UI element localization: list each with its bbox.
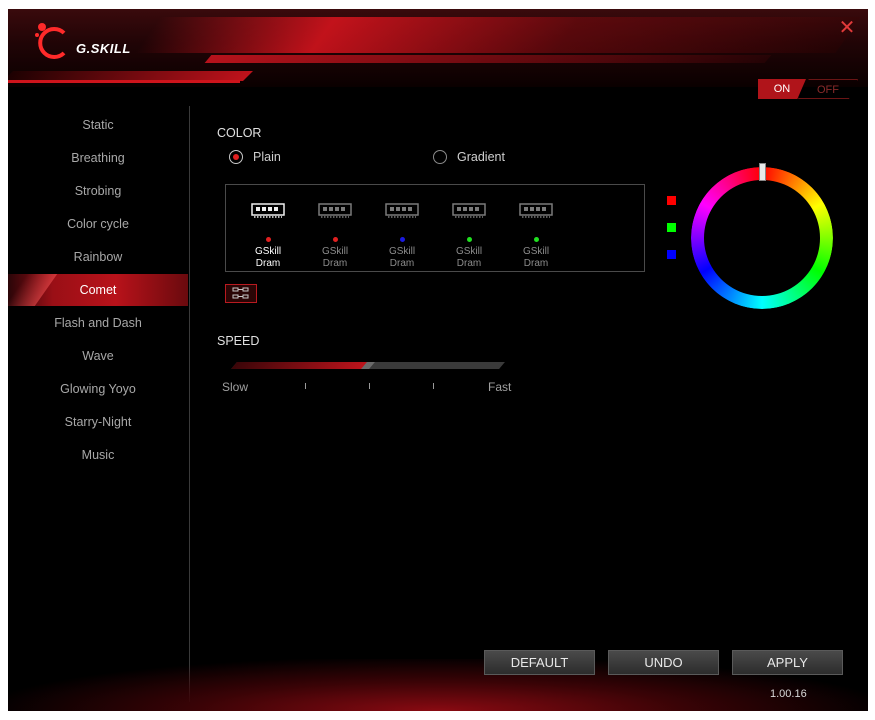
sidebar-item-label: Starry-Night bbox=[64, 415, 132, 429]
device-name-line2: Dram bbox=[389, 258, 415, 269]
radio-gradient-circle[interactable] bbox=[433, 150, 447, 164]
device-color-dot bbox=[466, 237, 472, 242]
sidebar-item-label: Wave bbox=[82, 349, 114, 363]
sync-devices-button[interactable] bbox=[225, 284, 257, 303]
device-name-line2: Dram bbox=[456, 258, 482, 269]
radio-plain-circle[interactable] bbox=[229, 150, 243, 164]
device-name-line1: GSkill bbox=[455, 246, 483, 257]
dram-device[interactable]: GSkill Dram bbox=[374, 199, 430, 269]
header-streak bbox=[135, 17, 861, 53]
sidebar-item-rainbow[interactable]: Rainbow bbox=[8, 241, 188, 273]
apply-button[interactable]: APPLY bbox=[732, 650, 843, 675]
device-color-dot bbox=[399, 237, 405, 242]
device-panel: GSkill Dram GSkill Dram GSkill Dram GSkill Dram… bbox=[225, 184, 645, 272]
sidebar-item-label: Color cycle bbox=[67, 217, 129, 231]
speed-slider-fill bbox=[231, 362, 371, 369]
sidebar-item-label: Static bbox=[82, 118, 114, 132]
dram-device[interactable]: GSkill Dram bbox=[240, 199, 296, 269]
undo-button[interactable]: UNDO bbox=[608, 650, 719, 675]
radio-plain[interactable]: Plain bbox=[229, 148, 281, 166]
ram-module-icon bbox=[452, 203, 486, 218]
sidebar-item-label: Glowing Yoyo bbox=[60, 382, 136, 396]
ram-module-icon bbox=[519, 203, 553, 218]
swatch-blue[interactable] bbox=[667, 250, 676, 259]
color-wheel-handle[interactable] bbox=[759, 163, 766, 181]
sidebar-item-strobing[interactable]: Strobing bbox=[8, 175, 188, 207]
radio-plain-label: Plain bbox=[253, 150, 281, 164]
device-name-line1: GSkill bbox=[254, 246, 282, 257]
radio-gradient[interactable]: Gradient bbox=[433, 148, 505, 166]
speed-tick bbox=[433, 383, 434, 389]
sidebar-item-label: Comet bbox=[79, 283, 117, 297]
header-banner: G.SKILL ✕ bbox=[8, 9, 868, 87]
sidebar-item-label: Music bbox=[81, 448, 115, 462]
logo-text: G.SKILL bbox=[76, 41, 131, 56]
dram-device[interactable]: GSkill Dram bbox=[441, 199, 497, 269]
speed-tick bbox=[305, 383, 306, 389]
ram-module-icon bbox=[318, 203, 352, 218]
ram-module-icon bbox=[385, 203, 419, 218]
sidebar-item-label: Strobing bbox=[74, 184, 122, 198]
dram-device[interactable]: GSkill Dram bbox=[508, 199, 564, 269]
sidebar-item-color-cycle[interactable]: Color cycle bbox=[8, 208, 188, 240]
gskill-logo: G.SKILL bbox=[28, 21, 138, 65]
device-name-line1: GSkill bbox=[321, 246, 349, 257]
sidebar-item-wave[interactable]: Wave bbox=[8, 340, 188, 372]
version-label: 1.00.16 bbox=[770, 688, 807, 700]
speed-section-label: SPEED bbox=[217, 334, 260, 348]
sidebar-item-label: Flash and Dash bbox=[54, 316, 142, 330]
swatch-green[interactable] bbox=[667, 223, 676, 232]
sidebar-item-breathing[interactable]: Breathing bbox=[8, 142, 188, 174]
close-icon[interactable]: ✕ bbox=[838, 18, 856, 38]
sidebar-item-flash-and-dash[interactable]: Flash and Dash bbox=[8, 307, 188, 339]
sidebar-item-comet[interactable]: Comet bbox=[8, 274, 188, 306]
device-color-dot bbox=[332, 237, 338, 242]
sidebar-item-starry-night[interactable]: Starry-Night bbox=[8, 406, 188, 438]
speed-slider[interactable] bbox=[231, 362, 505, 369]
device-color-dot bbox=[533, 237, 539, 242]
device-sync-icon bbox=[232, 287, 249, 299]
speed-fast-label: Fast bbox=[488, 380, 512, 394]
device-name-line2: Dram bbox=[523, 258, 549, 269]
ram-module-icon bbox=[251, 203, 285, 218]
power-toggle[interactable]: ON OFF bbox=[758, 79, 858, 99]
device-name-line2: Dram bbox=[322, 258, 348, 269]
speed-tick bbox=[369, 383, 370, 389]
header-streak bbox=[204, 55, 772, 63]
radio-gradient-label: Gradient bbox=[457, 150, 505, 164]
sidebar-item-static[interactable]: Static bbox=[8, 109, 188, 141]
power-on-button[interactable]: ON bbox=[758, 79, 806, 99]
device-name-line1: GSkill bbox=[522, 246, 550, 257]
device-name-line2: Dram bbox=[255, 258, 281, 269]
color-wheel[interactable] bbox=[691, 167, 833, 309]
header-redline bbox=[8, 80, 240, 83]
sidebar-item-music[interactable]: Music bbox=[8, 439, 188, 471]
sidebar-item-glowing-yoyo[interactable]: Glowing Yoyo bbox=[8, 373, 188, 405]
device-name-line1: GSkill bbox=[388, 246, 416, 257]
default-button[interactable]: DEFAULT bbox=[484, 650, 595, 675]
power-off-button[interactable]: OFF bbox=[798, 79, 858, 99]
color-section-label: COLOR bbox=[217, 126, 262, 140]
app-window: G.SKILL ✕ ON OFF Static Breathing Strobing… bbox=[8, 9, 868, 711]
sidebar-item-label: Breathing bbox=[71, 151, 125, 165]
device-color-dot bbox=[265, 237, 271, 242]
sidebar-divider bbox=[189, 106, 190, 702]
speed-slow-label: Slow bbox=[222, 380, 249, 394]
sidebar-item-label: Rainbow bbox=[73, 250, 123, 264]
dram-device[interactable]: GSkill Dram bbox=[307, 199, 363, 269]
swatch-red[interactable] bbox=[667, 196, 676, 205]
logo-mark-icon bbox=[35, 23, 66, 59]
